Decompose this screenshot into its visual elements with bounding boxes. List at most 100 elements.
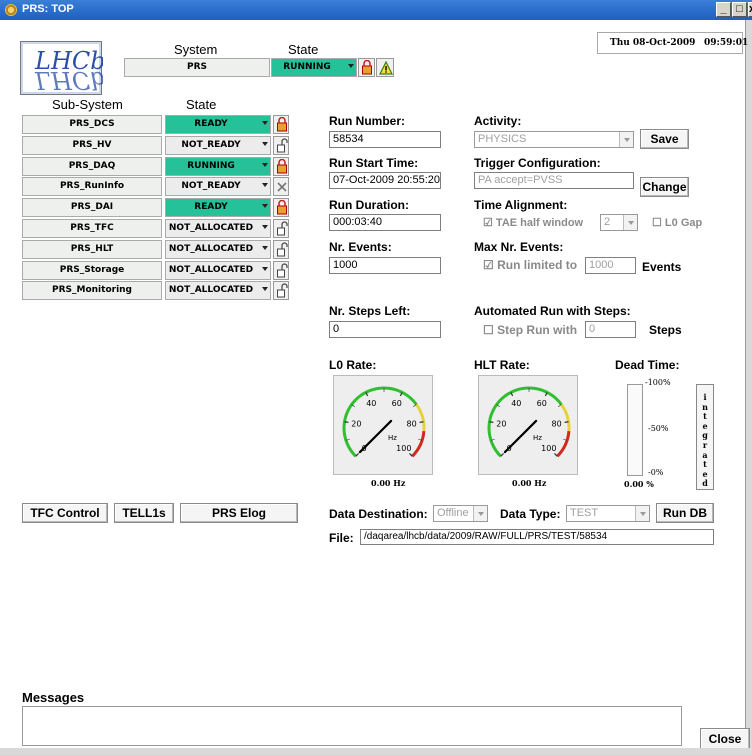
- subsystem-state-label: NOT_READY: [181, 181, 241, 191]
- unlocked-icon: [277, 138, 288, 153]
- nr-events-field[interactable]: 1000: [329, 257, 441, 274]
- app-icon: [5, 4, 17, 16]
- subsystem-state-cell[interactable]: NOT_READY: [165, 136, 271, 155]
- close-button[interactable]: Close: [700, 728, 750, 750]
- trigger-configuration-field[interactable]: PA accept=PVSS: [474, 172, 634, 189]
- title-bar: PRS: TOP _ □ x: [0, 0, 752, 20]
- file-field[interactable]: /daqarea/lhcb/data/2009/RAW/FULL/PRS/TES…: [360, 529, 714, 545]
- subsystem-state-label: NOT_READY: [181, 140, 241, 150]
- subsystem-name-cell[interactable]: PRS_HLT: [22, 240, 162, 259]
- chevron-down-icon: [473, 506, 487, 521]
- subsystem-name-cell[interactable]: PRS_DCS: [22, 115, 162, 134]
- window-bottom-border: [0, 748, 752, 755]
- step-run-field[interactable]: 0: [585, 321, 636, 338]
- subsystem-state-cell[interactable]: NOT_ALLOCATED: [165, 261, 271, 280]
- system-state-cell[interactable]: RUNNING: [271, 58, 357, 77]
- chevron-down-icon: [619, 132, 633, 147]
- gauge-needle: [503, 419, 538, 454]
- subsystem-unlock-button[interactable]: [273, 281, 289, 300]
- activity-label: Activity:: [474, 114, 522, 128]
- system-warning-button[interactable]: [376, 58, 394, 77]
- subsystem-name-cell[interactable]: PRS_RunInfo: [22, 177, 162, 196]
- tae-window-select[interactable]: 2: [600, 214, 638, 231]
- nr-steps-left-field[interactable]: 0: [329, 321, 441, 338]
- change-button[interactable]: Change: [640, 177, 689, 197]
- messages-label: Messages: [22, 690, 85, 705]
- data-type-label: Data Type:: [500, 507, 561, 521]
- run-db-button[interactable]: Run DB: [656, 503, 714, 523]
- unlocked-icon: [277, 242, 288, 257]
- subsystem-name-cell[interactable]: PRS_DAQ: [22, 157, 162, 176]
- file-label: File:: [329, 531, 354, 545]
- l0-gap-checkbox[interactable]: ☐ L0 Gap: [652, 216, 702, 229]
- subsystem-name-cell[interactable]: PRS_DAI: [22, 198, 162, 217]
- activity-select[interactable]: PHYSICS: [474, 131, 634, 148]
- subsystem-unlock-button[interactable]: [273, 240, 289, 259]
- subsystem-unlock-button[interactable]: [273, 136, 289, 155]
- subsystem-lock-button[interactable]: [273, 115, 289, 134]
- subsystem-exclude-button[interactable]: [273, 177, 289, 196]
- subsystem-name-cell[interactable]: PRS_Storage: [22, 261, 162, 280]
- dead-time-label: Dead Time:: [615, 358, 680, 372]
- run-start-time-field[interactable]: 07-Oct-2009 20:55:20: [329, 172, 441, 189]
- run-number-field[interactable]: 58534: [329, 131, 441, 148]
- tfc-control-button[interactable]: TFC Control: [22, 503, 108, 523]
- chevron-down-icon: [262, 204, 268, 208]
- data-destination-select[interactable]: Offline: [433, 505, 488, 522]
- subsystem-name-cell[interactable]: PRS_Monitoring: [22, 281, 162, 300]
- subsystem-name-cell[interactable]: PRS_HV: [22, 136, 162, 155]
- events-unit-label: Events: [642, 260, 682, 274]
- integrated-button[interactable]: integrated: [696, 384, 714, 490]
- maximize-button[interactable]: □: [732, 2, 747, 17]
- gauge-tick-label: 40: [366, 399, 376, 408]
- subsystem-state-cell[interactable]: NOT_READY: [165, 177, 271, 196]
- run-start-time-label: Run Start Time:: [329, 156, 419, 170]
- save-button[interactable]: Save: [640, 129, 689, 149]
- subsystem-unlock-button[interactable]: [273, 219, 289, 238]
- subsystem-lock-button[interactable]: [273, 157, 289, 176]
- chevron-down-icon: [262, 121, 268, 125]
- dead-time-50: -50%: [648, 424, 669, 433]
- subsystem-name-cell[interactable]: PRS_TFC: [22, 219, 162, 238]
- unlocked-icon: [277, 221, 288, 236]
- subsystem-unlock-button[interactable]: [273, 261, 289, 280]
- lock-icon: [277, 159, 287, 174]
- system-name-cell[interactable]: PRS: [124, 58, 270, 77]
- gauge-tick-label: 60: [392, 399, 402, 408]
- l0-rate-gauge: 020406080100Hz: [333, 375, 433, 475]
- subsystem-state-cell[interactable]: READY: [165, 198, 271, 217]
- system-lock-button[interactable]: [358, 58, 375, 77]
- gauge-tick-label: 20: [351, 420, 361, 429]
- subsystem-state-cell[interactable]: NOT_ALLOCATED: [165, 281, 271, 300]
- dead-time-0: -0%: [648, 468, 664, 477]
- dead-time-value: 0.00 %: [624, 479, 654, 489]
- hlt-rate-gauge: 020406080100Hz: [478, 375, 578, 475]
- run-limited-field[interactable]: 1000: [585, 257, 636, 274]
- subsystem-state-cell[interactable]: NOT_ALLOCATED: [165, 219, 271, 238]
- gauge-needle: [358, 419, 393, 454]
- tae-checkbox[interactable]: ☑ TAE half window: [483, 216, 583, 229]
- run-duration-field[interactable]: 000:03:40: [329, 214, 441, 231]
- subsystem-lock-button[interactable]: [273, 198, 289, 217]
- l0-gap-label: L0 Gap: [664, 217, 703, 229]
- warning-icon: [379, 60, 393, 75]
- data-type-select[interactable]: TEST: [566, 505, 650, 522]
- subsystem-state-cell[interactable]: RUNNING: [165, 157, 271, 176]
- prs-elog-button[interactable]: PRS Elog: [180, 503, 298, 523]
- cross-icon: [277, 182, 287, 192]
- run-limited-checkbox[interactable]: ☑ Run limited to: [483, 258, 577, 272]
- tae-label: TAE half window: [495, 217, 584, 229]
- chevron-down-icon: [348, 64, 354, 68]
- subsystem-state-cell[interactable]: READY: [165, 115, 271, 134]
- step-run-checkbox[interactable]: ☐ Step Run with: [483, 323, 577, 337]
- chevron-down-icon: [262, 142, 268, 146]
- subsystem-state-cell[interactable]: NOT_ALLOCATED: [165, 240, 271, 259]
- close-window-button[interactable]: x: [748, 2, 752, 17]
- dead-time-100: -100%: [645, 378, 671, 387]
- activity-value: PHYSICS: [478, 133, 527, 145]
- chevron-down-icon: [262, 163, 268, 167]
- messages-box[interactable]: [22, 706, 682, 746]
- run-duration-label: Run Duration:: [329, 198, 409, 212]
- minimize-button[interactable]: _: [716, 2, 731, 17]
- tell1s-button[interactable]: TELL1s: [114, 503, 174, 523]
